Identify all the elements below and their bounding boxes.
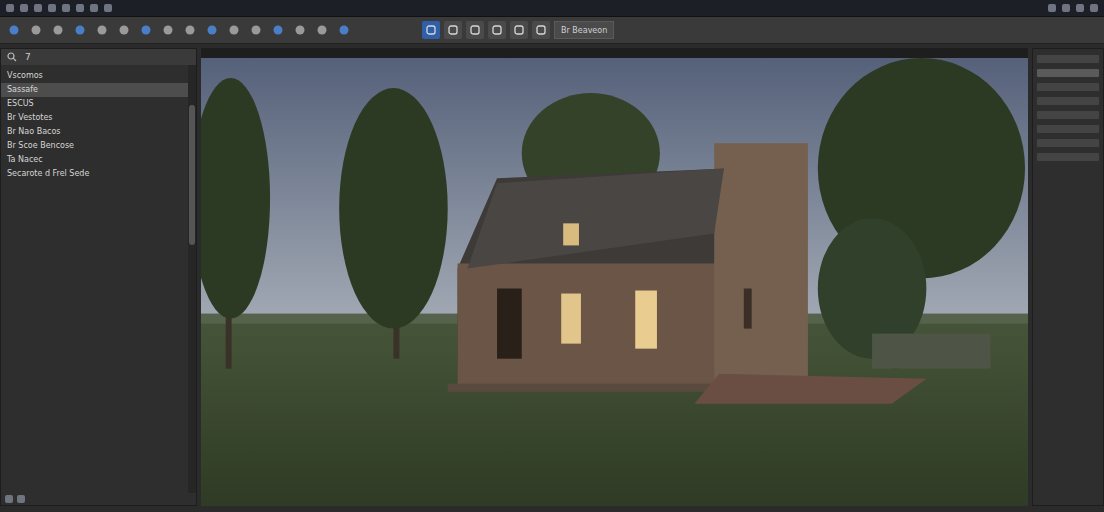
mode-icon [447, 24, 459, 36]
tool-icon[interactable] [270, 22, 286, 38]
toolbar-button[interactable]: Br Beaveon [554, 21, 614, 39]
mode-icon [535, 24, 547, 36]
tool-icon[interactable] [292, 22, 308, 38]
property-row[interactable] [1037, 153, 1099, 161]
window-control-icon[interactable] [1062, 4, 1070, 12]
mode-icon [513, 24, 525, 36]
tool-icon[interactable] [50, 22, 66, 38]
tool-icon [316, 24, 328, 36]
outliner-panel: 7 VscomosSassafeESCUSBr VestotesBr Nao Ba… [0, 48, 197, 506]
window-control-icon[interactable] [1090, 4, 1098, 12]
menu-icon[interactable] [90, 4, 98, 12]
menu-icon[interactable] [48, 4, 56, 12]
outliner-item[interactable]: Ta Nacec [1, 153, 188, 167]
property-row[interactable] [1037, 139, 1099, 147]
tool-icon[interactable] [72, 22, 88, 38]
property-row[interactable] [1037, 97, 1099, 105]
mode-icon[interactable] [532, 21, 550, 39]
property-row[interactable] [1037, 83, 1099, 91]
property-row[interactable] [1037, 111, 1099, 119]
tool-icon [294, 24, 306, 36]
tool-icon[interactable] [226, 22, 242, 38]
tool-icon [96, 24, 108, 36]
menu-icon[interactable] [34, 4, 42, 12]
tool-icon[interactable] [160, 22, 176, 38]
menu-icon[interactable] [6, 4, 14, 12]
mode-icon[interactable] [488, 21, 506, 39]
property-row[interactable] [1037, 69, 1099, 77]
tool-icon [118, 24, 130, 36]
outliner-item[interactable]: Secarote d Frel Sede [1, 167, 188, 181]
tool-icon [74, 24, 86, 36]
mode-icon [491, 24, 503, 36]
tool-icon[interactable] [314, 22, 330, 38]
viewport[interactable] [201, 48, 1028, 506]
tool-icon [228, 24, 240, 36]
outliner-item[interactable]: Sassafe [1, 83, 188, 97]
app-window: Br Beaveon 7 VscomosSassafeESCUSBr Vestote… [0, 0, 1104, 512]
tool-icon [272, 24, 284, 36]
tool-icon[interactable] [204, 22, 220, 38]
tool-icon [162, 24, 174, 36]
tool-icon[interactable] [116, 22, 132, 38]
toolbar: Br Beaveon [0, 17, 1104, 44]
outliner-item[interactable]: Br Scoe Bencose [1, 139, 188, 153]
outliner-item[interactable]: Br Vestotes [1, 111, 188, 125]
panel-header: 7 [1, 49, 196, 65]
tool-icon[interactable] [28, 22, 44, 38]
mode-icon [469, 24, 481, 36]
tool-icon[interactable] [182, 22, 198, 38]
tool-icon [184, 24, 196, 36]
remove-icon[interactable] [17, 495, 25, 503]
mode-icon[interactable] [466, 21, 484, 39]
tool-icon [206, 24, 218, 36]
tool-icon [250, 24, 262, 36]
add-icon[interactable] [5, 495, 13, 503]
render-image [201, 58, 1028, 506]
tool-icon [8, 24, 20, 36]
tool-icon[interactable] [248, 22, 264, 38]
tool-icon [338, 24, 350, 36]
window-control-icon[interactable] [1048, 4, 1056, 12]
tool-icon [30, 24, 42, 36]
menu-icon[interactable] [76, 4, 84, 12]
outliner-item[interactable]: Vscomos [1, 69, 188, 83]
outliner-item[interactable]: Br Nao Bacos [1, 125, 188, 139]
mode-icon[interactable] [422, 21, 440, 39]
menu-icon[interactable] [20, 4, 28, 12]
menu-icon[interactable] [104, 4, 112, 12]
scrollbar[interactable] [188, 65, 196, 493]
property-row[interactable] [1037, 55, 1099, 63]
window-control-icon[interactable] [1076, 4, 1084, 12]
properties-panel [1032, 48, 1104, 506]
title-bar [0, 0, 1104, 17]
mode-icon[interactable] [444, 21, 462, 39]
search-icon[interactable] [7, 52, 17, 62]
tool-icon[interactable] [336, 22, 352, 38]
tool-icon [52, 24, 64, 36]
tool-icon[interactable] [138, 22, 154, 38]
tool-icon [140, 24, 152, 36]
tool-icon[interactable] [94, 22, 110, 38]
tool-icon[interactable] [6, 22, 22, 38]
mode-icon [425, 24, 437, 36]
menu-icon[interactable] [62, 4, 70, 12]
outliner-item[interactable]: ESCUS [1, 97, 188, 111]
property-row[interactable] [1037, 125, 1099, 133]
mode-icon[interactable] [510, 21, 528, 39]
